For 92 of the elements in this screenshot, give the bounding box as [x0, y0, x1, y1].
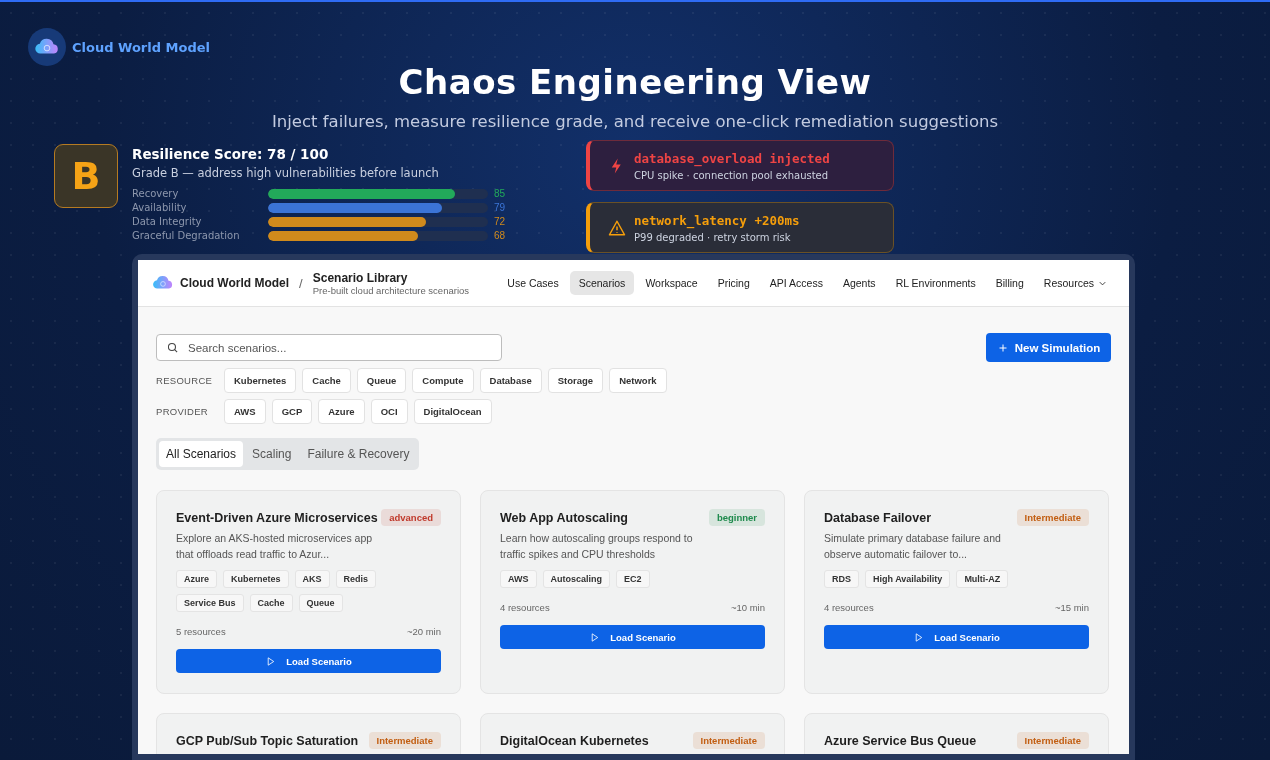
filter-chip[interactable]: Compute [412, 368, 474, 393]
filter-chip[interactable]: Azure [318, 399, 365, 424]
page-title: Scenario Library [312, 270, 409, 285]
grade-badge: B [54, 144, 118, 208]
play-icon [913, 631, 925, 643]
alert-title: database_overload injected [634, 150, 830, 166]
alert-detail: CPU spike · connection pool exhausted [634, 169, 830, 181]
difficulty-tag: advanced [381, 509, 441, 526]
card-title: Event-Driven Azure Microservices [176, 511, 378, 525]
nav-link[interactable]: Pricing [708, 271, 759, 295]
filter-chip[interactable]: Queue [356, 368, 407, 393]
card-title: GCP Pub/Sub Topic Saturation [176, 734, 359, 748]
nav-link[interactable]: RL Environments [886, 271, 985, 295]
logo-icon [28, 28, 66, 66]
play-icon [265, 655, 277, 667]
duration: ~20 min [406, 626, 441, 637]
nav-link[interactable]: Agents [833, 271, 885, 295]
metric-value: 79 [494, 202, 507, 213]
tag: AWS [500, 570, 537, 588]
tag: Multi-AZ [956, 570, 1009, 588]
page-title: Chaos Engineering View [398, 62, 872, 102]
breadcrumb-separator: / [299, 275, 303, 291]
tag: Service Bus [176, 594, 244, 612]
difficulty-tag: Intermediate [1016, 732, 1089, 749]
tag: High Availability [865, 570, 951, 588]
load-scenario-button[interactable]: Load Scenario [176, 649, 441, 673]
tag: Kubernetes [223, 570, 289, 588]
tag: EC2 [616, 570, 650, 588]
nav-link[interactable]: Workspace [636, 271, 707, 295]
brand-name: Cloud World Model [72, 39, 210, 55]
play-icon [589, 631, 601, 643]
card-title: Database Failover [824, 511, 931, 525]
tag: Redis [335, 570, 377, 588]
card-title: Web App Autoscaling [500, 511, 628, 525]
difficulty-tag: beginner [708, 509, 765, 526]
metric-label: Recovery [132, 188, 180, 199]
metric-label: Availability [132, 202, 188, 213]
filter-chip[interactable]: DigitalOcean [413, 399, 492, 424]
tab[interactable]: Failure & Recovery [300, 441, 417, 467]
difficulty-tag: Intermediate [1016, 509, 1089, 526]
filter-chip[interactable]: Cache [302, 368, 351, 393]
nav-link[interactable]: Resources [1034, 271, 1117, 295]
page-subtitle: Pre-built cloud architecture scenarios [312, 284, 470, 296]
resource-count: 5 resources [176, 626, 226, 637]
metric-label: Data Integrity [132, 216, 203, 227]
filter-chip[interactable]: OCI [370, 399, 408, 424]
difficulty-tag: Intermediate [368, 732, 441, 749]
card-description: Simulate primary database failure and observe automatic failover to... [824, 531, 1002, 562]
nav-link[interactable]: Scenarios [569, 271, 635, 295]
duration: ~15 min [1054, 602, 1089, 613]
tab[interactable]: Scaling [245, 441, 299, 467]
new-simulation-button[interactable]: New Simulation [986, 333, 1111, 362]
metric-value: 72 [494, 216, 507, 227]
filter-label: PROVIDER [156, 406, 210, 417]
tag: Queue [298, 594, 343, 612]
metric-value: 85 [494, 188, 507, 199]
nav-link[interactable]: Billing [986, 271, 1033, 295]
resource-count: 4 resources [824, 602, 874, 613]
tag: Azure [176, 570, 217, 588]
warning-icon [608, 218, 626, 237]
score-title: Resilience Score: 78 / 100 [132, 146, 330, 162]
filter-chip[interactable]: AWS [224, 399, 266, 424]
card-title: Azure Service Bus Queue [824, 734, 977, 748]
difficulty-tag: Intermediate [692, 732, 765, 749]
alert-detail: P99 degraded · retry storm risk [634, 231, 792, 243]
filter-chip[interactable]: Storage [547, 368, 604, 393]
metric-label: Graceful Degradation [132, 230, 241, 241]
score-note: Grade B — address high vulnerabilities before launch [132, 166, 440, 180]
page-subtitle: Inject failures, measure resilience grade, and receive one-click remediation suggestions [271, 112, 999, 131]
tag: Cache [249, 594, 293, 612]
filter-chip[interactable]: Database [479, 368, 542, 393]
filter-label: RESOURCE [156, 375, 214, 386]
filter-chip[interactable]: GCP [271, 399, 313, 424]
alert-title: network_latency +200ms [634, 212, 800, 228]
nav-link[interactable]: API Access [760, 271, 832, 295]
search-field[interactable]: Search scenarios... [156, 334, 502, 361]
load-scenario-button[interactable]: Load Scenario [824, 625, 1089, 649]
filter-chip[interactable]: Kubernetes [224, 368, 297, 393]
metric-value: 68 [494, 230, 507, 241]
tag: RDS [824, 570, 859, 588]
resource-count: 4 resources [500, 602, 550, 613]
duration: ~10 min [730, 602, 765, 613]
tab[interactable]: All Scenarios [159, 441, 244, 467]
filter-chip[interactable]: Network [609, 368, 667, 393]
brand-name: Cloud World Model [180, 276, 290, 290]
load-scenario-button[interactable]: Load Scenario [500, 625, 765, 649]
card-description: Learn how autoscaling groups respond to traffic spikes and CPU thresholds [500, 531, 694, 562]
tag: AKS [294, 570, 330, 588]
card-title: DigitalOcean Kubernetes [500, 734, 649, 748]
tag: Autoscaling [542, 570, 611, 588]
card-description: Explore an AKS-hosted microservices app that offloads read traffic to Azur... [176, 531, 374, 562]
nav-link[interactable]: Use Cases [498, 271, 568, 295]
